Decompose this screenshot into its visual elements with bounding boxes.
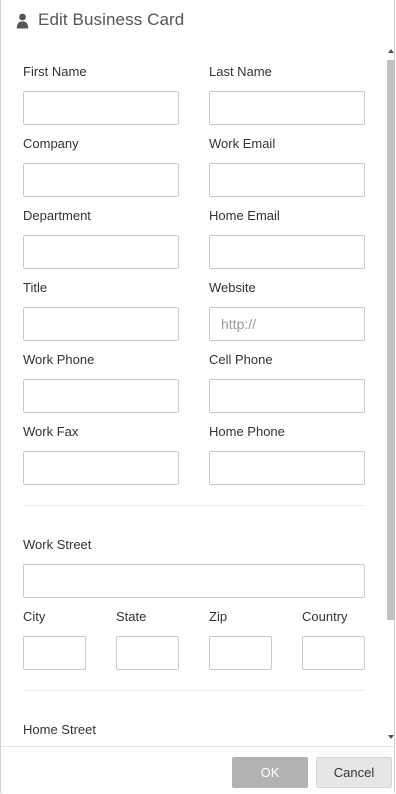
- work-email-input[interactable]: [209, 163, 365, 197]
- user-icon: [16, 13, 30, 29]
- first-name-label: First Name: [23, 64, 87, 79]
- work-fax-label: Work Fax: [23, 424, 79, 439]
- vertical-scrollbar[interactable]: [386, 46, 396, 746]
- department-label: Department: [23, 208, 91, 223]
- title-input[interactable]: [23, 307, 179, 341]
- state-label: State: [116, 609, 147, 624]
- cell-phone-label: Cell Phone: [209, 352, 273, 367]
- last-name-label: Last Name: [209, 64, 272, 79]
- home-email-input[interactable]: [209, 235, 365, 269]
- work-fax-input[interactable]: [23, 451, 179, 485]
- zip-label: Zip: [209, 609, 228, 624]
- company-input[interactable]: [23, 163, 179, 197]
- dialog-footer: OK Cancel: [1, 746, 394, 794]
- cancel-button[interactable]: Cancel: [316, 757, 392, 788]
- website-label: Website: [209, 280, 256, 295]
- scroll-up-arrow-icon[interactable]: [388, 49, 394, 53]
- scrollbar-thumb[interactable]: [387, 60, 395, 620]
- home-phone-label: Home Phone: [209, 424, 285, 439]
- section-divider: [23, 505, 365, 506]
- work-street-input[interactable]: [23, 564, 365, 598]
- city-input[interactable]: [23, 636, 86, 670]
- home-street-label: Home Street: [23, 722, 96, 737]
- last-name-input[interactable]: [209, 91, 365, 125]
- first-name-input[interactable]: [23, 91, 179, 125]
- work-phone-input[interactable]: [23, 379, 179, 413]
- home-phone-input[interactable]: [209, 451, 365, 485]
- work-street-label: Work Street: [23, 537, 92, 552]
- edit-business-card-dialog: Edit Business Card First Name Last Name …: [0, 0, 396, 794]
- country-label: Country: [302, 609, 348, 624]
- website-input[interactable]: [209, 307, 365, 341]
- zip-input[interactable]: [209, 636, 272, 670]
- department-input[interactable]: [23, 235, 179, 269]
- ok-button[interactable]: OK: [232, 757, 308, 788]
- form-scroll-area[interactable]: First Name Last Name Company Work Email …: [2, 44, 395, 744]
- country-input[interactable]: [302, 636, 365, 670]
- home-email-label: Home Email: [209, 208, 280, 223]
- work-phone-label: Work Phone: [23, 352, 95, 367]
- cell-phone-input[interactable]: [209, 379, 365, 413]
- title-label: Title: [23, 280, 48, 295]
- dialog-title: Edit Business Card: [38, 10, 185, 29]
- section-divider: [23, 690, 365, 691]
- company-label: Company: [23, 136, 79, 151]
- dialog-titlebar: Edit Business Card: [1, 0, 394, 42]
- work-email-label: Work Email: [209, 136, 276, 151]
- scroll-down-arrow-icon[interactable]: [388, 735, 394, 739]
- city-label: City: [23, 609, 46, 624]
- state-input[interactable]: [116, 636, 179, 670]
